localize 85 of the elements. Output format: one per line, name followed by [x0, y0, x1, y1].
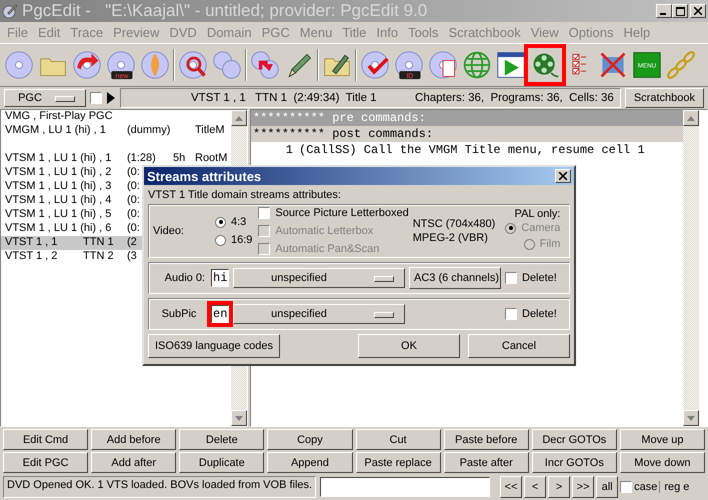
- format-button[interactable]: AC3 (6 channels): [409, 267, 501, 289]
- pgc-cell-text: RootM: [194, 152, 228, 165]
- mode-dropdown[interactable]: unspecified: [233, 268, 405, 288]
- action-button[interactable]: Delete: [179, 429, 264, 450]
- action-button[interactable]: Add after: [91, 452, 176, 473]
- radio-label: 4:3: [231, 216, 246, 228]
- stream-label: SubPic: [160, 308, 198, 320]
- pgc-row[interactable]: VMG , First-Play PGC: [1, 110, 231, 124]
- pgc-cell-text: VTSM 1 , LU 1 (hi) , 3: [4, 180, 112, 193]
- video-format: MPEG-2 (VBR): [412, 232, 489, 244]
- action-button[interactable]: Paste before: [444, 429, 529, 450]
- search-nav-button[interactable]: <: [524, 476, 546, 498]
- pgc-cell-text: (0:: [126, 166, 140, 179]
- pre-commands-header: ********** pre commands:: [251, 110, 683, 126]
- action-button[interactable]: Decr GOTOs: [532, 429, 617, 450]
- pgc-cell-text: (3: [126, 250, 137, 263]
- pgc-cell-text: VTSM 1 , LU 1 (hi) , 2: [4, 166, 112, 179]
- pgc-row[interactable]: VTSM 1 , LU 1 (hi) , 1 (1:28) 5h RootM: [1, 152, 231, 166]
- action-button[interactable]: Add before: [91, 429, 176, 450]
- dialog-button[interactable]: ISO639 language codes: [148, 334, 280, 358]
- pgc-cell-text: VMG , First-Play PGC: [4, 110, 113, 123]
- action-button[interactable]: Move up: [620, 429, 705, 450]
- checkbox-label: Automatic Pan&Scan: [275, 243, 380, 255]
- action-button[interactable]: Copy: [267, 429, 352, 450]
- checkbox-label: Source Picture Letterboxed: [275, 207, 409, 219]
- search-nav-button[interactable]: all: [596, 476, 618, 498]
- pgc-cell-text: VTSM 1 , LU 1 (hi) , 1: [4, 152, 112, 165]
- pgc-cell-text: 5h: [172, 152, 186, 165]
- scratchbook-button[interactable]: Scratchbook: [624, 88, 704, 108]
- action-button[interactable]: Move down: [620, 452, 705, 473]
- dialog-subtitle: VTST 1 Title domain streams attributes:: [147, 188, 342, 203]
- pgc-cell-text: TTN 1: [82, 236, 114, 249]
- pgc-counts: Chapters: 36, Programs: 36, Cells: 36: [415, 92, 614, 104]
- checkbox-label: Delete!: [522, 272, 557, 284]
- video-label: Video:: [153, 225, 185, 237]
- status-message: DVD Opened OK. 1 VTS loaded. BOVs loaded from VOB files.: [3, 476, 316, 498]
- pgc-cell-text: TitleM: [194, 124, 225, 137]
- search-nav-button[interactable]: >: [548, 476, 570, 498]
- pgc-cell-text: (2: [126, 236, 137, 249]
- language-field[interactable]: en: [211, 305, 229, 323]
- radio-label: Film: [540, 238, 560, 250]
- action-button[interactable]: Duplicate: [179, 452, 264, 473]
- video-format: NTSC (704x480): [412, 218, 496, 230]
- pal-label: PAL only:: [514, 208, 560, 220]
- action-button[interactable]: Cut: [356, 429, 441, 450]
- domain-dropdown[interactable]: PGC: [4, 89, 86, 107]
- pgc-cell-text: (0:: [126, 208, 140, 221]
- pgc-cell-text: (0:: [126, 194, 140, 207]
- dialog-title: Streams attributes: [147, 168, 262, 184]
- pgc-cell-text: TTN 2: [82, 250, 114, 263]
- stream-label: Audio 0:: [164, 272, 205, 284]
- pgc-cell-text: (0:: [126, 180, 140, 193]
- pgc-cell-text: (dummy): [126, 124, 170, 137]
- pgc-cell-text: VTSM 1 , LU 1 (hi) , 4: [4, 194, 112, 207]
- action-button[interactable]: Paste after: [444, 452, 529, 473]
- language-field[interactable]: hi: [211, 269, 229, 287]
- action-button[interactable]: Append: [267, 452, 352, 473]
- action-button[interactable]: Edit Cmd: [3, 429, 88, 450]
- dialog-button[interactable]: Cancel: [468, 334, 570, 358]
- pgc-cell-text: VMGM , LU 1 (hi) , 1: [4, 124, 106, 137]
- pgc-cell-text: VTSM 1 , LU 1 (hi) , 6: [4, 222, 112, 235]
- mode-dropdown[interactable]: unspecified: [233, 304, 405, 324]
- command-text[interactable]: (CallSS) Call the VMGM Title menu, resume cell 1: [299, 143, 645, 157]
- pgc-cell-text: VTST 1 , 2: [4, 250, 58, 263]
- case-label: case: [634, 481, 658, 493]
- radio-label: 16:9: [231, 234, 252, 246]
- pgc-cell-text: (1:28): [126, 152, 156, 165]
- checkbox-label: Delete!: [522, 308, 557, 320]
- regex-label: reg e: [659, 481, 690, 493]
- action-button[interactable]: Paste replace: [356, 452, 441, 473]
- action-button[interactable]: Incr GOTOs: [532, 452, 617, 473]
- radio-label: Camera: [521, 222, 560, 234]
- pgc-row[interactable]: VMGM , LU 1 (hi) , 1 (dummy) TitleM: [1, 124, 231, 138]
- search-nav-button[interactable]: <<: [500, 476, 522, 498]
- search-nav-button[interactable]: >>: [572, 476, 594, 498]
- checkbox-label: Automatic Letterbox: [275, 225, 374, 237]
- dialog-button[interactable]: OK: [358, 334, 460, 358]
- pgc-cell-text: VTSM 1 , LU 1 (hi) , 5: [4, 208, 112, 221]
- post-commands-header: ********** post commands:: [251, 126, 683, 142]
- pgc-cell-text: (0:: [126, 222, 140, 235]
- checkbox-option[interactable]: Source Picture Letterboxed: [258, 204, 409, 222]
- line-number: 1: [284, 142, 294, 158]
- action-button[interactable]: Edit PGC: [3, 452, 88, 473]
- pgc-info: VTST 1 , 1 TTN 1 (2:49:34) Title 1: [191, 92, 377, 104]
- pgc-cell-text: VTST 1 , 1: [4, 236, 58, 249]
